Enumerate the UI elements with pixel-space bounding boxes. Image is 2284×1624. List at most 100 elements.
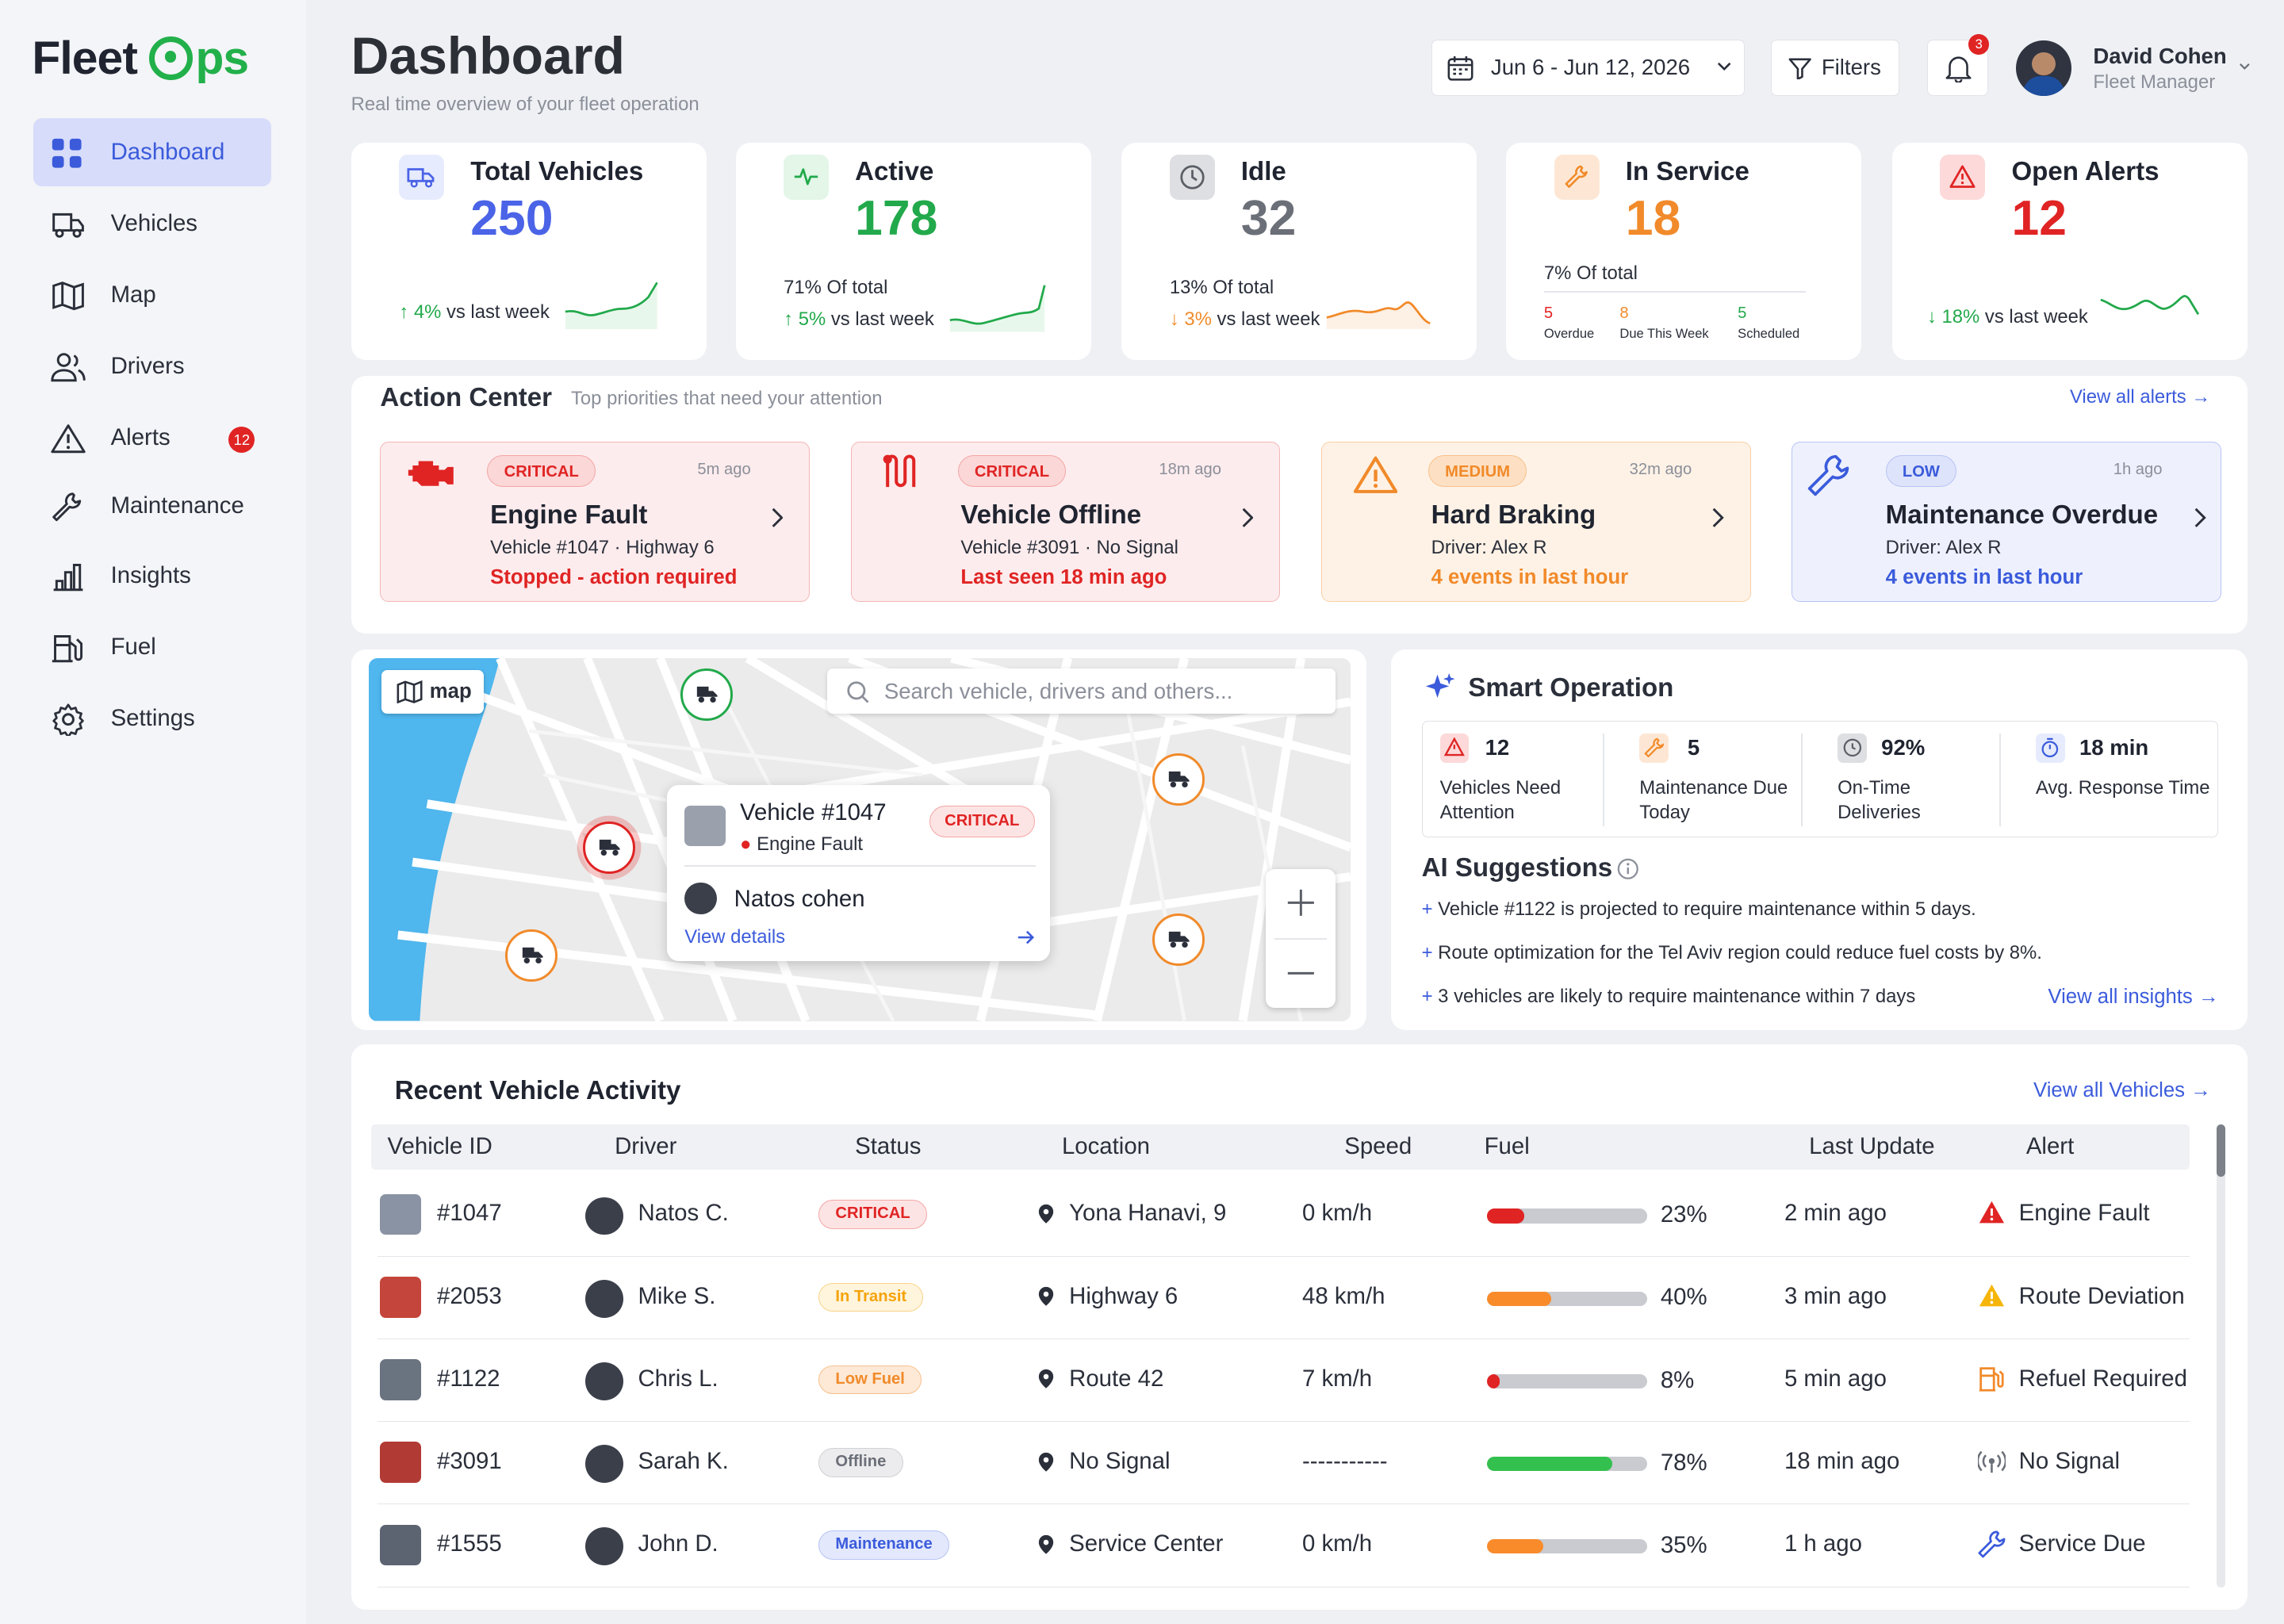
table-scrollbar[interactable]: [2217, 1124, 2226, 1588]
kpi-trend: ↓ 18% vs last week: [1926, 305, 2088, 327]
alert-footer: 4 events in last hour: [1431, 565, 1629, 588]
driver-name[interactable]: John D.: [638, 1530, 718, 1557]
arrow-right-icon[interactable]: [1017, 929, 1036, 945]
driver-name[interactable]: Mike S.: [638, 1283, 715, 1310]
alert-text[interactable]: Engine Fault: [2019, 1200, 2150, 1227]
sidebar-item-dashboard[interactable]: Dashboard: [33, 117, 271, 187]
plus-icon: [1287, 890, 1314, 917]
column-header[interactable]: Location: [1062, 1124, 1150, 1170]
alert-card-maintenance-overdue[interactable]: LOW 1h ago Maintenance Overdue Driver: A…: [1792, 441, 2221, 602]
truck-icon: [1169, 771, 1190, 787]
alert-text[interactable]: Refuel Required: [2019, 1365, 2187, 1392]
column-header[interactable]: Fuel: [1485, 1124, 1530, 1170]
alert-title: Vehicle Offline: [960, 500, 1142, 530]
view-all-alerts-link[interactable]: View all alerts →: [2070, 386, 2210, 408]
fuel-percent: 8%: [1660, 1366, 1695, 1393]
alert-text[interactable]: Route Deviation: [2019, 1283, 2185, 1310]
view-details-link[interactable]: View details: [684, 926, 785, 948]
map-toggle-button[interactable]: map: [381, 669, 484, 714]
vehicle-thumbnail: [684, 805, 726, 847]
alert-card-engine-fault[interactable]: CRITICAL 5m ago Engine Fault Vehicle #10…: [380, 441, 811, 602]
alert-card-vehicle-offline[interactable]: CRITICAL 18m ago Vehicle Offline Vehicle…: [850, 441, 1281, 602]
sparkle-icon: [1426, 672, 1455, 698]
user-avatar[interactable]: [2015, 40, 2071, 97]
table-row[interactable]: #3091 Sarah K. Offline No Signal -------…: [377, 1422, 2190, 1505]
notifications-button[interactable]: 3: [1926, 34, 1990, 97]
kpi-total-vehicles[interactable]: Total Vehicles 250 ↑ 4% vs last week: [351, 142, 707, 360]
vehicle-id[interactable]: #1047: [437, 1200, 502, 1227]
user-menu-chevron-icon[interactable]: [2239, 63, 2251, 71]
sidebar-item-insights[interactable]: Insights: [33, 542, 270, 610]
column-header[interactable]: Alert: [2026, 1124, 2074, 1170]
table-row[interactable]: #1047 Natos C. CRITICAL Yona Hanavi, 9 0…: [377, 1174, 2190, 1258]
date-range-picker[interactable]: Jun 6 - Jun 12, 2026: [1431, 39, 1746, 97]
vehicle-marker-critical[interactable]: [582, 821, 635, 874]
zoom-in-button[interactable]: [1266, 869, 1336, 937]
sidebar-item-map[interactable]: Map: [33, 261, 270, 329]
sidebar-item-drivers[interactable]: Drivers: [33, 332, 270, 400]
column-header[interactable]: Vehicle ID: [388, 1124, 492, 1170]
fuel-pump-icon: [52, 635, 83, 663]
fuel-pump-icon: [1978, 1365, 2006, 1398]
view-all-vehicles-link[interactable]: View all Vehicles →: [2033, 1079, 2211, 1102]
driver-avatar: [585, 1445, 624, 1483]
zoom-out-button[interactable]: [1266, 940, 1336, 1008]
kpi-in-service[interactable]: In Service 18 7% Of total 5 Overdue 8 Du…: [1506, 142, 1862, 360]
view-all-insights-link[interactable]: View all insights →: [2048, 986, 2218, 1009]
map-search-input[interactable]: Search vehicle, drivers and others...: [827, 668, 1336, 714]
sidebar-item-label: Fuel: [110, 634, 156, 661]
info-icon[interactable]: [1617, 858, 1639, 880]
fuel-bar: [1487, 1208, 1648, 1224]
sidebar-item-maintenance[interactable]: Maintenance: [33, 472, 270, 540]
kpi-note: 13% Of total: [1169, 276, 1274, 298]
fuel-percent: 23%: [1660, 1201, 1707, 1228]
kpi-idle[interactable]: Idle 32 13% Of total ↓ 3% vs last week: [1121, 142, 1477, 360]
location: No Signal: [1069, 1447, 1171, 1474]
page-subtitle: Real time overview of your fleet operati…: [351, 93, 699, 115]
vehicle-marker-orange[interactable]: [1152, 913, 1205, 966]
alert-title: Hard Braking: [1431, 500, 1596, 530]
notification-count-badge: 3: [1968, 34, 1990, 55]
map-icon: [52, 281, 85, 310]
sidebar-item-alerts[interactable]: Alerts 12: [33, 404, 270, 472]
search-placeholder: Search vehicle, drivers and others...: [883, 678, 1233, 703]
alert-card-hard-braking[interactable]: MEDIUM 32m ago Hard Braking Driver: Alex…: [1320, 441, 1751, 602]
vehicle-marker-orange[interactable]: [505, 929, 558, 982]
sidebar-item-fuel[interactable]: Fuel: [33, 613, 270, 681]
driver-name[interactable]: Chris L.: [638, 1365, 718, 1392]
map-canvas[interactable]: map Search vehicle, drivers and others..…: [368, 658, 1351, 1021]
user-name[interactable]: David Cohen: [2093, 44, 2226, 69]
sidebar-item-settings[interactable]: Settings: [33, 684, 270, 753]
vehicle-id[interactable]: #1122: [437, 1365, 500, 1392]
timer-icon: [2035, 733, 2065, 763]
alert-text[interactable]: No Signal: [2019, 1448, 2120, 1475]
kpi-title: In Service: [1625, 157, 1749, 187]
table-row[interactable]: #2053 Mike S. In Transit Highway 6 48 km…: [377, 1257, 2190, 1340]
alert-text[interactable]: Service Due: [2019, 1530, 2146, 1557]
vehicle-thumbnail: [380, 1524, 421, 1566]
vehicle-id[interactable]: #1555: [437, 1530, 502, 1557]
column-header[interactable]: Last Update: [1809, 1124, 1934, 1170]
kpi-active[interactable]: Active 178 71% Of total ↑ 5% vs last wee…: [735, 142, 1091, 360]
vehicle-marker-orange[interactable]: [1152, 753, 1205, 806]
alert-footer: Last seen 18 min ago: [960, 565, 1167, 588]
vehicle-popup[interactable]: Vehicle #1047 CRITICAL ● Engine Fault Na…: [667, 784, 1051, 962]
driver-name[interactable]: Natos C.: [638, 1200, 728, 1227]
sidebar-item-vehicles[interactable]: Vehicles: [33, 190, 270, 258]
filters-button[interactable]: Filters: [1771, 39, 1900, 97]
driver-name[interactable]: Sarah K.: [638, 1448, 728, 1475]
section-title: Smart Operation: [1468, 672, 1674, 703]
vehicle-id[interactable]: #2053: [437, 1283, 502, 1310]
table-row[interactable]: #1122 Chris L. Low Fuel Route 42 7 km/h …: [377, 1339, 2190, 1423]
vehicle-marker-green[interactable]: [680, 668, 733, 722]
column-header[interactable]: Status: [855, 1124, 921, 1170]
fuel-percent: 78%: [1660, 1449, 1707, 1476]
column-header[interactable]: Speed: [1344, 1124, 1412, 1170]
severity-badge: CRITICAL: [487, 455, 596, 488]
column-header[interactable]: Driver: [615, 1124, 676, 1170]
kpi-open-alerts[interactable]: Open Alerts 12 ↓ 18% vs last week: [1891, 142, 2248, 360]
vehicle-id[interactable]: #3091: [437, 1448, 502, 1475]
location-pin-icon: [1038, 1204, 1053, 1224]
table-row[interactable]: #1555 John D. Maintenance Service Center…: [377, 1504, 2190, 1588]
severity-badge: MEDIUM: [1428, 455, 1527, 488]
